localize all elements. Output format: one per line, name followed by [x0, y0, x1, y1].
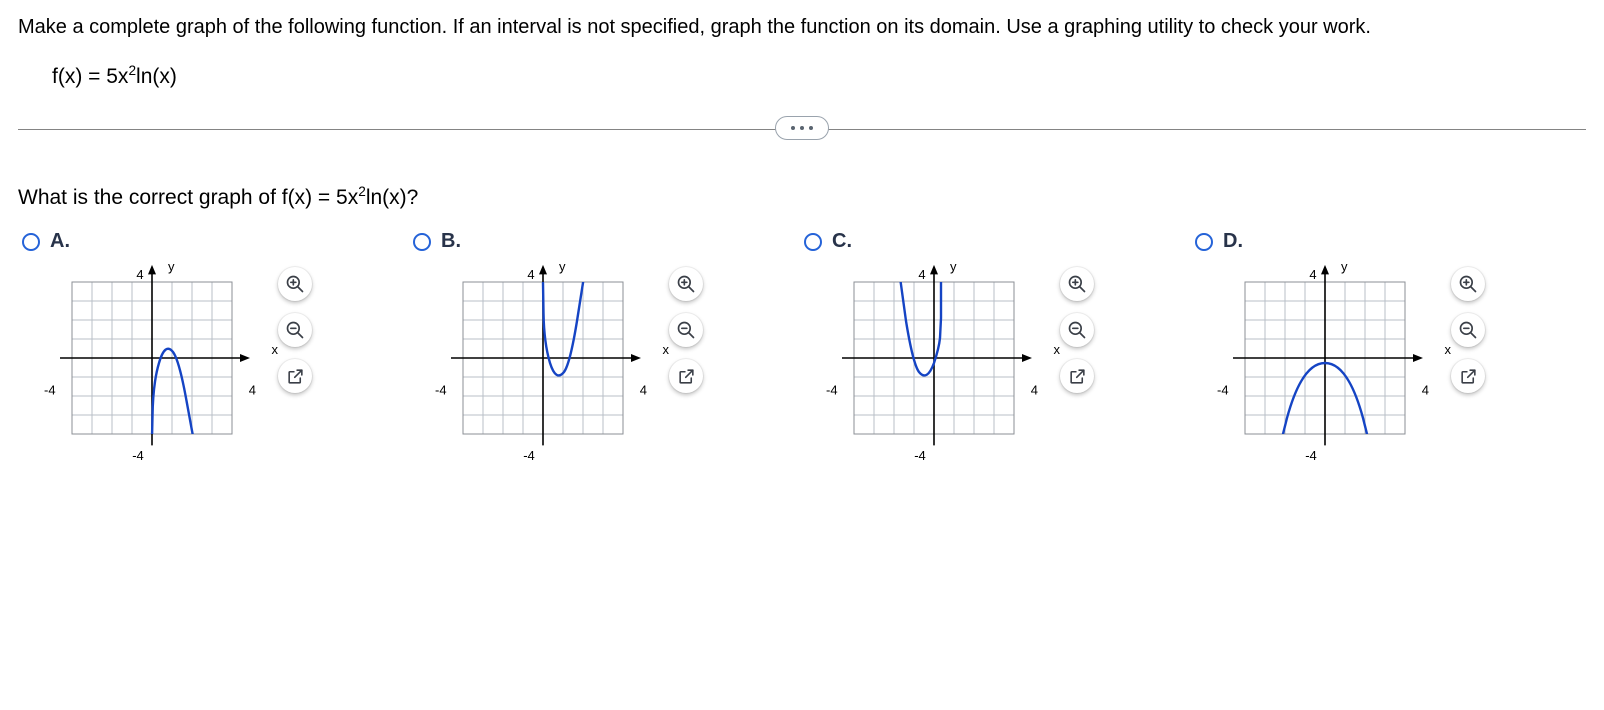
- axis-x-label: x: [663, 342, 670, 357]
- axis-xmin: -4: [826, 383, 838, 398]
- choice-label: A.: [50, 230, 70, 253]
- question-sup: 2: [358, 184, 366, 199]
- graph-c: y x 4 -4 -4 4: [834, 263, 1046, 465]
- popout-icon[interactable]: [669, 359, 703, 393]
- popout-icon[interactable]: [278, 359, 312, 393]
- axis-x-label: x: [272, 342, 279, 357]
- func-sup: 2: [128, 63, 136, 78]
- axis-ymax: 4: [136, 267, 143, 282]
- func-pre: f(x) = 5x: [52, 65, 128, 88]
- axis-ymax: 4: [1309, 267, 1316, 282]
- question-text: What is the correct graph of f(x) = 5x2l…: [18, 184, 1586, 210]
- axis-ymax: 4: [918, 267, 925, 282]
- axis-ymin: -4: [132, 448, 144, 463]
- zoom-out-icon[interactable]: [669, 313, 703, 347]
- choice-b: B. y x 4 -4 -4 4: [413, 230, 804, 465]
- question-pre: What is the correct graph of f(x) = 5x: [18, 186, 358, 209]
- radio-a[interactable]: [22, 233, 40, 251]
- graph-a: y x 4 -4 -4 4: [52, 263, 264, 465]
- axis-ymin: -4: [1305, 448, 1317, 463]
- function-definition: f(x) = 5x2ln(x): [18, 63, 1586, 89]
- axis-xmin: -4: [44, 383, 56, 398]
- func-post: ln(x): [136, 65, 177, 88]
- popout-icon[interactable]: [1060, 359, 1094, 393]
- radio-b[interactable]: [413, 233, 431, 251]
- axis-y-label: y: [1341, 259, 1348, 274]
- zoom-in-icon[interactable]: [278, 267, 312, 301]
- expand-button[interactable]: [775, 116, 829, 140]
- zoom-in-icon[interactable]: [1060, 267, 1094, 301]
- axis-xmin: -4: [435, 383, 447, 398]
- radio-d[interactable]: [1195, 233, 1213, 251]
- choice-label: B.: [441, 230, 461, 253]
- axis-xmax: 4: [249, 383, 256, 398]
- axis-y-label: y: [559, 259, 566, 274]
- graph-d: y x 4 -4 -4 4: [1225, 263, 1437, 465]
- question-post: ln(x)?: [366, 186, 419, 209]
- axis-ymax: 4: [527, 267, 534, 282]
- axis-y-label: y: [168, 259, 175, 274]
- zoom-out-icon[interactable]: [1451, 313, 1485, 347]
- axis-xmax: 4: [640, 383, 647, 398]
- zoom-in-icon[interactable]: [669, 267, 703, 301]
- choice-c: C. y x 4 -4 -4 4: [804, 230, 1195, 465]
- zoom-out-icon[interactable]: [1060, 313, 1094, 347]
- axis-xmax: 4: [1422, 383, 1429, 398]
- choice-d: D. y x 4 -4 -4 4: [1195, 230, 1586, 465]
- zoom-out-icon[interactable]: [278, 313, 312, 347]
- choice-a: A. y x 4 -4 -4 4: [22, 230, 413, 465]
- zoom-in-icon[interactable]: [1451, 267, 1485, 301]
- popout-icon[interactable]: [1451, 359, 1485, 393]
- choice-label: C.: [832, 230, 852, 253]
- axis-x-label: x: [1445, 342, 1452, 357]
- axis-xmin: -4: [1217, 383, 1229, 398]
- choices-container: A. y x 4 -4 -4 4: [18, 230, 1586, 465]
- problem-statement: Make a complete graph of the following f…: [18, 14, 1586, 41]
- axis-ymin: -4: [914, 448, 926, 463]
- axis-ymin: -4: [523, 448, 535, 463]
- axis-y-label: y: [950, 259, 957, 274]
- radio-c[interactable]: [804, 233, 822, 251]
- axis-x-label: x: [1054, 342, 1061, 357]
- axis-xmax: 4: [1031, 383, 1038, 398]
- graph-b: y x 4 -4 -4 4: [443, 263, 655, 465]
- choice-label: D.: [1223, 230, 1243, 253]
